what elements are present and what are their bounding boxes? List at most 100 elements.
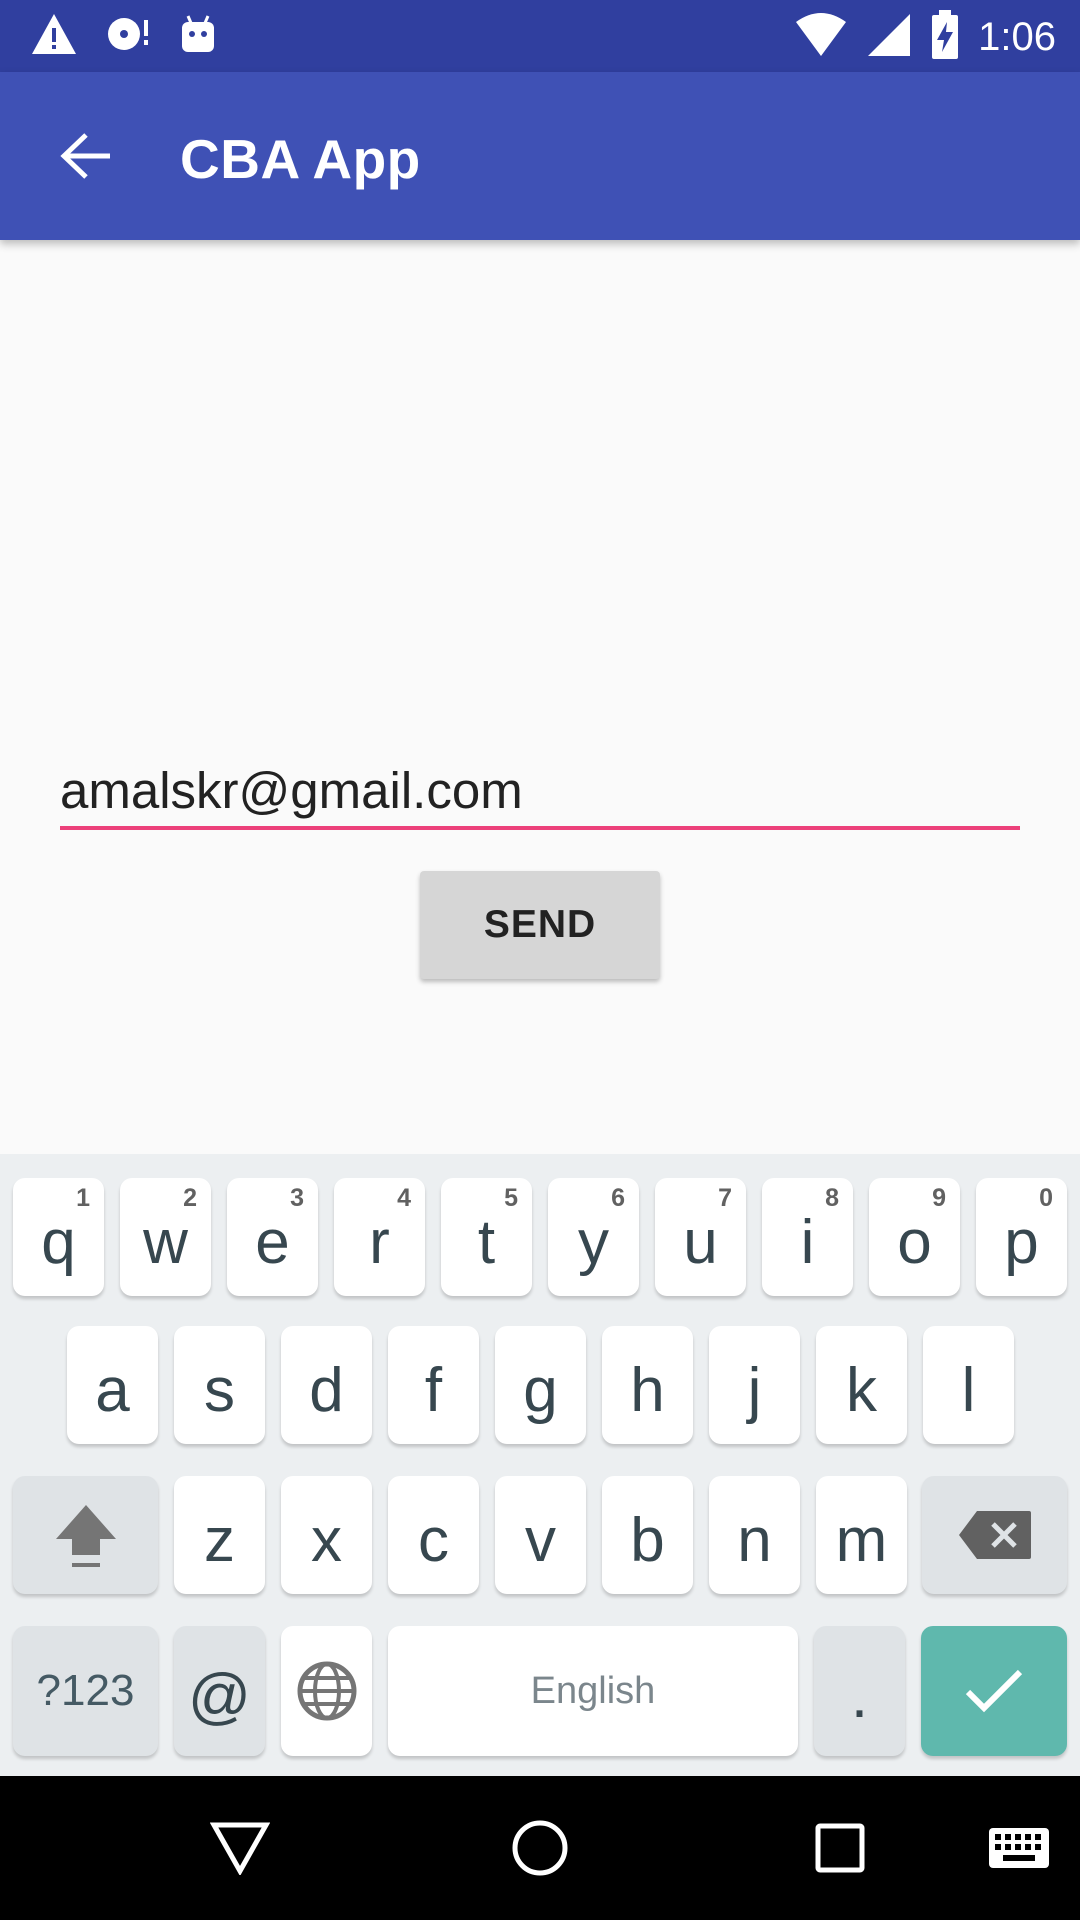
key-label: q — [41, 1207, 76, 1277]
battery-charging-icon — [930, 10, 960, 65]
key-u[interactable]: 7u — [655, 1178, 746, 1296]
key-b[interactable]: b — [602, 1476, 693, 1594]
key-k[interactable]: k — [816, 1326, 907, 1444]
key-m[interactable]: m — [816, 1476, 907, 1594]
key-label: j — [747, 1355, 762, 1425]
key-number-hint: 3 — [290, 1184, 304, 1212]
key-f[interactable]: f — [388, 1326, 479, 1444]
symbols-key-label: ?123 — [36, 1666, 135, 1715]
warning-icon — [30, 12, 78, 61]
key-number-hint: 7 — [718, 1184, 732, 1212]
key-label: c — [418, 1505, 449, 1575]
key-n[interactable]: n — [709, 1476, 800, 1594]
key-number-hint: 4 — [397, 1184, 411, 1212]
key-y[interactable]: 6y — [548, 1178, 639, 1296]
key-label: v — [525, 1505, 556, 1575]
key-label: k — [846, 1355, 877, 1425]
key-label: a — [95, 1355, 130, 1425]
key-o[interactable]: 9o — [869, 1178, 960, 1296]
app-title: CBA App — [180, 128, 421, 190]
key-label: o — [897, 1207, 932, 1277]
language-key[interactable] — [281, 1626, 372, 1756]
key-number-hint: 5 — [504, 1184, 518, 1212]
key-s[interactable]: s — [174, 1326, 265, 1444]
keyboard-switch-icon — [989, 1828, 1049, 1868]
globe-icon — [297, 1661, 356, 1721]
at-key[interactable]: @ — [174, 1626, 265, 1756]
key-label: t — [477, 1207, 496, 1277]
key-label: n — [737, 1505, 772, 1575]
backspace-icon — [958, 1511, 1031, 1559]
key-d[interactable]: d — [281, 1326, 372, 1444]
navigation-bar — [0, 1776, 1080, 1920]
key-v[interactable]: v — [495, 1476, 586, 1594]
key-label: d — [309, 1355, 344, 1425]
shift-arrow-icon — [55, 1505, 116, 1567]
key-number-hint: 0 — [1039, 1184, 1053, 1212]
email-field-underline — [60, 826, 1020, 830]
disc-icon — [104, 12, 152, 61]
key-label: y — [578, 1207, 609, 1277]
period-key[interactable]: . — [814, 1626, 905, 1756]
key-label: i — [800, 1207, 815, 1277]
key-label: p — [1004, 1207, 1039, 1277]
symbols-key[interactable]: ?123 — [13, 1626, 158, 1756]
recents-square-icon — [815, 1823, 865, 1873]
wifi-icon — [794, 12, 848, 63]
arrow-back-icon — [60, 133, 110, 179]
nav-home-button[interactable] — [490, 1798, 590, 1898]
key-label: m — [835, 1505, 888, 1575]
key-j[interactable]: j — [709, 1326, 800, 1444]
app-bar: CBA App — [0, 72, 1080, 240]
period-key-label: . — [850, 1661, 869, 1731]
key-label: g — [523, 1355, 558, 1425]
status-time: 1:06 — [978, 15, 1056, 59]
key-number-hint: 6 — [611, 1184, 625, 1212]
key-label: z — [204, 1505, 235, 1575]
key-z[interactable]: z — [174, 1476, 265, 1594]
space-key[interactable]: English — [388, 1626, 798, 1756]
key-label: x — [311, 1505, 342, 1575]
key-c[interactable]: c — [388, 1476, 479, 1594]
key-e[interactable]: 3e — [227, 1178, 318, 1296]
nav-keyboard-switch-button[interactable] — [969, 1798, 1069, 1898]
key-w[interactable]: 2w — [120, 1178, 211, 1296]
backspace-key[interactable] — [922, 1476, 1067, 1594]
key-h[interactable]: h — [602, 1326, 693, 1444]
soft-keyboard: 1 q 2 w 3 e 4 r 5 t 6 y 7 u 8 i 9 o 0 p a s d f g h j k l z x c v b n m ?123… — [0, 1154, 1080, 1776]
back-triangle-icon — [210, 1822, 270, 1875]
home-circle-icon — [512, 1820, 568, 1876]
key-i[interactable]: 8i — [762, 1178, 853, 1296]
key-x[interactable]: x — [281, 1476, 372, 1594]
key-label: b — [630, 1505, 665, 1575]
key-number-hint: 1 — [76, 1184, 90, 1212]
key-r[interactable]: 4r — [334, 1178, 425, 1296]
key-label: h — [630, 1355, 665, 1425]
back-button[interactable] — [48, 118, 124, 194]
checkmark-icon — [965, 1669, 1023, 1713]
key-label: u — [683, 1207, 718, 1277]
nav-recents-button[interactable] — [790, 1798, 890, 1898]
key-label: e — [255, 1207, 290, 1277]
key-q[interactable]: 1q — [13, 1178, 104, 1296]
key-l[interactable]: l — [923, 1326, 1014, 1444]
nav-back-button[interactable] — [190, 1798, 290, 1898]
key-a[interactable]: a — [67, 1326, 158, 1444]
shift-key[interactable] — [13, 1476, 158, 1594]
key-label: f — [424, 1355, 443, 1425]
key-g[interactable]: g — [495, 1326, 586, 1444]
enter-key[interactable] — [921, 1626, 1067, 1756]
key-label: r — [369, 1207, 390, 1277]
email-field[interactable] — [60, 754, 1020, 826]
key-t[interactable]: 5t — [441, 1178, 532, 1296]
space-key-label: English — [530, 1669, 656, 1712]
send-button[interactable]: SEND — [420, 871, 660, 979]
key-number-hint: 9 — [932, 1184, 946, 1212]
key-label: s — [204, 1355, 235, 1425]
key-p[interactable]: 0p — [976, 1178, 1067, 1296]
key-label: w — [143, 1207, 188, 1277]
cell-signal-icon — [866, 12, 912, 63]
status-bar: 1:06 — [0, 0, 1080, 72]
key-label: l — [961, 1355, 976, 1425]
android-icon — [178, 12, 218, 61]
